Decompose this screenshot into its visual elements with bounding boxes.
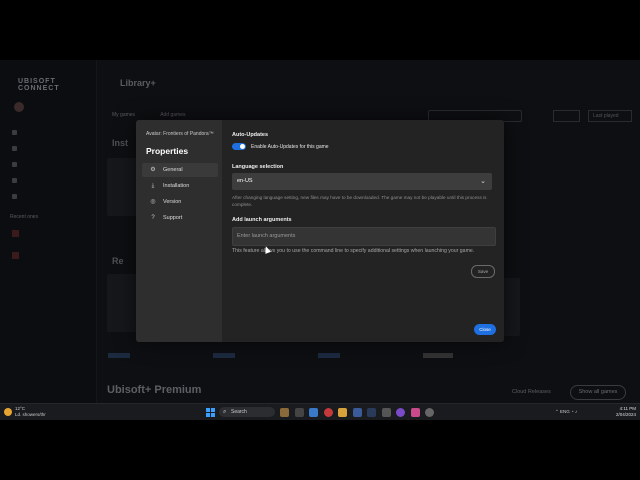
- page-title: Library+: [120, 78, 156, 88]
- section-installed-heading: Inst: [112, 138, 129, 148]
- file-explorer-icon[interactable]: [338, 408, 347, 417]
- gear-icon: ⚙: [150, 167, 156, 173]
- app-icon[interactable]: [396, 408, 405, 417]
- auto-updates-label: Enable Auto-Updates for this game: [251, 144, 329, 150]
- save-button[interactable]: Save: [471, 265, 495, 278]
- language-note: After changing language setting, new fil…: [232, 195, 487, 207]
- section-recent-heading: Re: [112, 256, 124, 266]
- windows-start-icon[interactable]: [206, 408, 215, 417]
- weather-widget[interactable]: 12°C Ld. showers/thr: [4, 406, 46, 418]
- download-icon: ⤓: [151, 183, 155, 189]
- menu-item-label: Support: [163, 215, 183, 221]
- auto-updates-heading: Auto-Updates: [232, 132, 269, 138]
- game-name: Avatar: Frontiers of Pandora™: [146, 131, 214, 137]
- avatar[interactable]: [14, 102, 24, 112]
- brand-logo: UBISOFT CONNECT: [18, 78, 60, 92]
- language-value: en-US: [237, 178, 253, 184]
- auto-updates-toggle[interactable]: [232, 143, 246, 150]
- tile-badge: [423, 353, 453, 358]
- library-tabs: My games Add games: [112, 112, 209, 118]
- dialog-content: Auto-Updates Enable Auto-Updates for thi…: [222, 120, 504, 342]
- tab-my-games[interactable]: My games: [112, 112, 135, 118]
- cloud-releases-link[interactable]: Cloud Releases: [512, 389, 551, 395]
- tab-add-games[interactable]: Add games: [160, 112, 185, 118]
- task-view-icon[interactable]: [295, 408, 304, 417]
- sidebar-item-library[interactable]: [12, 146, 27, 152]
- widgets-icon[interactable]: [280, 408, 289, 417]
- edge-icon[interactable]: [309, 408, 318, 417]
- sidebar-item-store[interactable]: [12, 162, 27, 168]
- recent-game-2[interactable]: [12, 252, 33, 259]
- sort-dropdown[interactable]: Last played: [588, 110, 632, 122]
- support-icon: ?: [151, 215, 155, 221]
- weather-desc: Ld. showers/thr: [15, 412, 46, 417]
- taskbar-search[interactable]: ⌕ Search: [219, 407, 275, 417]
- chevron-down-icon: ⌄: [480, 178, 486, 185]
- filter-button[interactable]: [553, 110, 580, 122]
- clock-date: 2/04/2024: [615, 412, 636, 417]
- browser-icon[interactable]: [324, 408, 333, 417]
- clock-time: 4:11 PM: [619, 406, 636, 411]
- clock[interactable]: 4:11 PM 2/04/2024: [616, 406, 636, 418]
- taskbar-search-label: Search: [231, 409, 247, 415]
- weather-temp: 12°C: [15, 406, 26, 411]
- menu-item-installation[interactable]: ⤓ Installation: [142, 179, 218, 193]
- version-icon: ◎: [150, 199, 156, 205]
- menu-item-label: Installation: [163, 183, 190, 189]
- system-tray[interactable]: ⌃ ENG ◔ ♪: [555, 409, 577, 415]
- menu-item-version[interactable]: ◎ Version: [142, 195, 218, 209]
- close-button[interactable]: Close: [474, 324, 496, 335]
- menu-item-label: General: [163, 167, 183, 173]
- menu-item-general[interactable]: ⚙ General: [142, 163, 218, 177]
- steam-icon[interactable]: [367, 408, 376, 417]
- show-all-games-button[interactable]: Show all games: [570, 385, 626, 400]
- desktop-screen: UBISOFT CONNECT Recent ones Library+ My …: [0, 60, 640, 420]
- sidebar-item-home[interactable]: [12, 130, 27, 136]
- dialog-sidebar: Avatar: Frontiers of Pandora™ Properties…: [136, 120, 222, 342]
- launch-args-input[interactable]: Enter launch arguments: [232, 227, 496, 246]
- premium-heading: Ubisoft+ Premium: [107, 384, 202, 396]
- input-language[interactable]: ENG: [560, 409, 570, 414]
- launch-args-heading: Add launch arguments: [232, 217, 292, 223]
- language-select[interactable]: en-US ⌄: [232, 173, 492, 190]
- menu-item-support[interactable]: ? Support: [142, 211, 218, 225]
- tile-badge: [213, 353, 235, 358]
- app-icon[interactable]: [411, 408, 420, 417]
- app-icon[interactable]: [382, 408, 391, 417]
- properties-dialog: Avatar: Frontiers of Pandora™ Properties…: [136, 120, 504, 342]
- app-sidebar: UBISOFT CONNECT Recent ones: [0, 60, 97, 405]
- tile-badge: [108, 353, 130, 358]
- taskbar: 12°C Ld. showers/thr ⌕ Search ⌃ ENG ◔ ♪ 4…: [0, 403, 640, 420]
- launch-args-description: This feature allows you to use the comma…: [232, 248, 475, 254]
- menu-item-label: Version: [163, 199, 182, 205]
- search-icon: ⌕: [223, 409, 227, 415]
- ubisoft-icon[interactable]: [425, 408, 434, 417]
- store-icon[interactable]: [353, 408, 362, 417]
- sidebar-item-ubisoft-plus[interactable]: [12, 178, 27, 184]
- sidebar-item-news[interactable]: [12, 194, 27, 200]
- language-heading: Language selection: [232, 164, 284, 170]
- dialog-title: Properties: [146, 146, 189, 156]
- recent-game-1[interactable]: [12, 230, 33, 237]
- tile-badge: [318, 353, 340, 358]
- weather-icon: [4, 408, 12, 416]
- recent-heading: Recent ones: [10, 214, 39, 220]
